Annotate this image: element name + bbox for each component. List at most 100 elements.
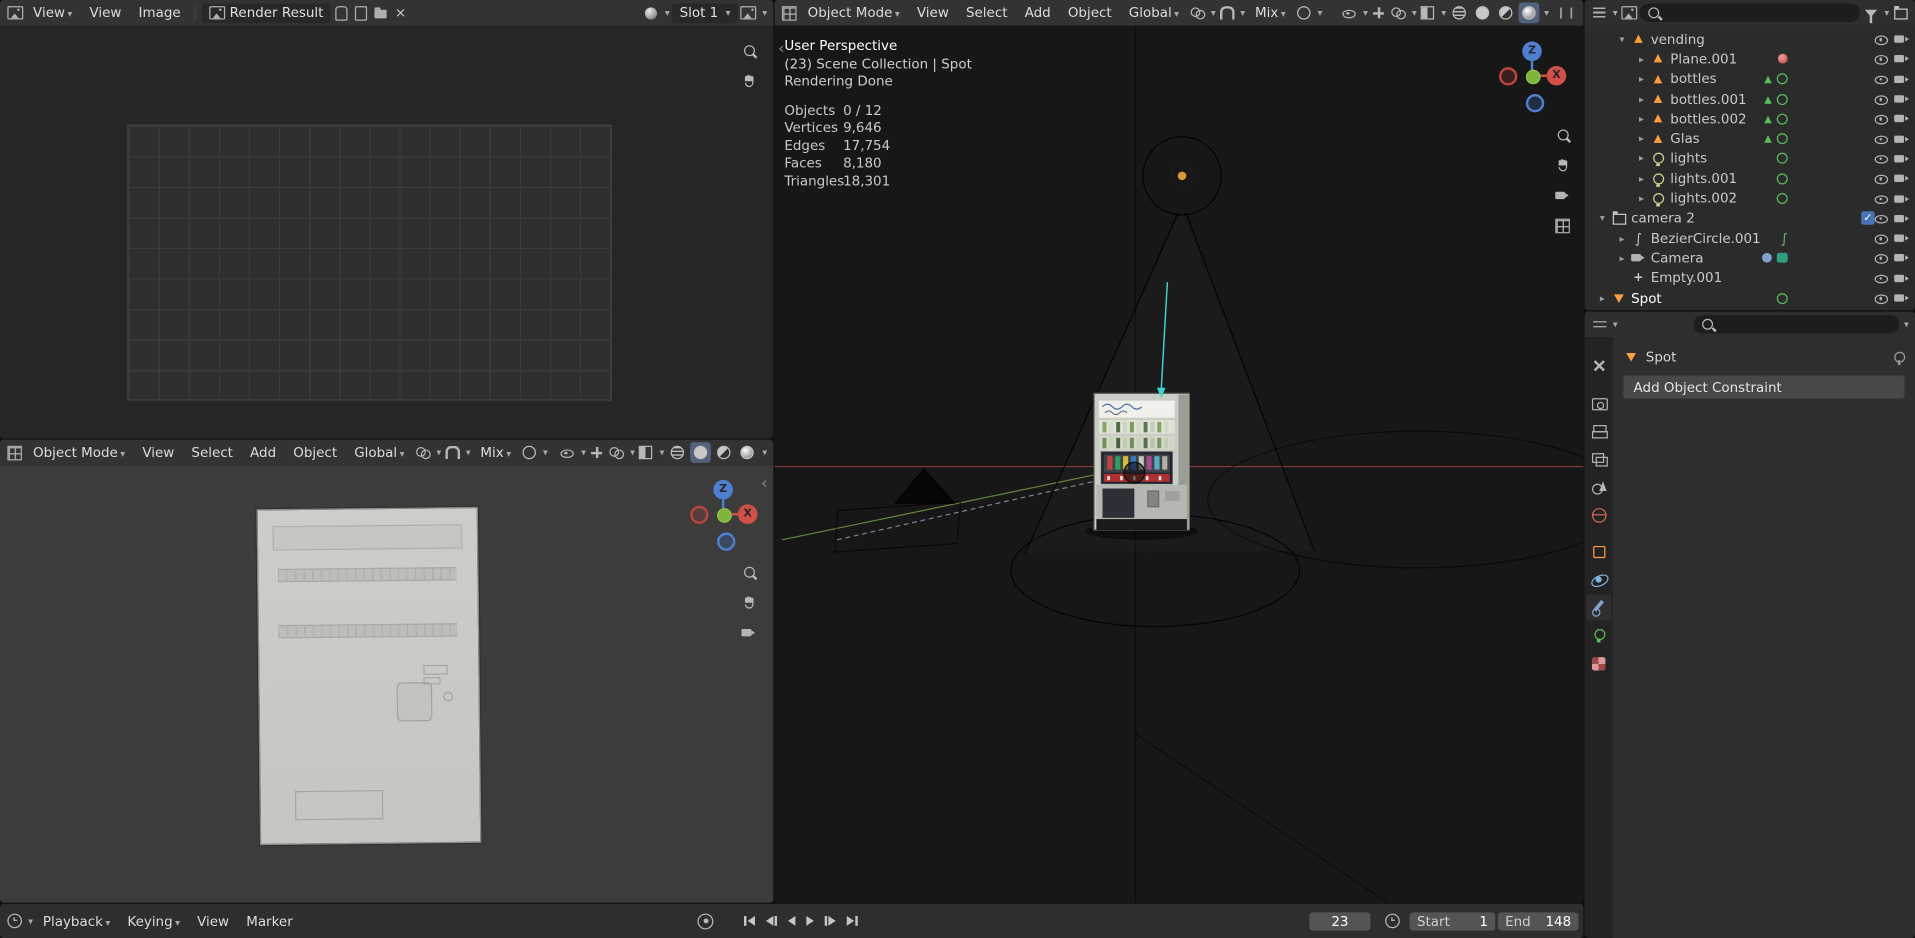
- jump-to-start-button[interactable]: [739, 911, 759, 931]
- start-frame-field[interactable]: Start 1: [1409, 911, 1496, 931]
- proportional-edit-icon[interactable]: [1295, 4, 1312, 21]
- current-frame-field[interactable]: 23: [1309, 911, 1371, 931]
- browse-image-icon[interactable]: [208, 6, 225, 20]
- outliner-row[interactable]: ▸ lights: [1585, 149, 1915, 169]
- disclosure-icon[interactable]: ▸: [1634, 173, 1650, 184]
- sidebar-toggle-icon[interactable]: ‹: [778, 40, 784, 58]
- new-collection-icon[interactable]: [1892, 4, 1909, 21]
- eye-icon[interactable]: [1874, 132, 1890, 145]
- unlink-image-icon[interactable]: ×: [392, 4, 409, 21]
- render-visibility-icon[interactable]: [1894, 192, 1910, 205]
- image-mode-dropdown[interactable]: View ▾: [26, 5, 80, 21]
- zoom-icon[interactable]: [1554, 126, 1571, 143]
- properties-search-input[interactable]: [1693, 315, 1900, 334]
- eye-icon[interactable]: [1874, 112, 1890, 125]
- viewport-main-canvas[interactable]: User Perspective (23) Scene Collection |…: [774, 25, 1584, 903]
- vending-panel-mesh[interactable]: [256, 506, 482, 846]
- menu-add[interactable]: Add: [1017, 5, 1058, 21]
- eye-icon[interactable]: [1874, 251, 1890, 264]
- render-visibility-icon[interactable]: [1894, 212, 1910, 225]
- render-visibility-icon[interactable]: [1894, 291, 1910, 304]
- pin-icon[interactable]: [1894, 351, 1906, 365]
- auto-keyframe-icon[interactable]: [697, 912, 714, 929]
- axis-z-negative[interactable]: [1525, 94, 1545, 113]
- tab-object-data[interactable]: [1586, 623, 1612, 649]
- menu-image[interactable]: Image: [131, 5, 188, 21]
- menu-object[interactable]: Object: [1060, 5, 1119, 21]
- disclosure-icon[interactable]: ▸: [1634, 153, 1650, 164]
- menu-playback[interactable]: Playback ▾: [36, 913, 118, 929]
- render-visibility-icon[interactable]: [1894, 152, 1910, 165]
- play-reverse-button[interactable]: [783, 911, 799, 931]
- disclosure-icon[interactable]: ▾: [1614, 34, 1630, 45]
- new-image-icon[interactable]: [353, 4, 370, 21]
- tab-tool[interactable]: [1586, 353, 1612, 379]
- render-slot-dropdown[interactable]: Slot 1 ▾: [672, 3, 738, 23]
- next-keyframe-button[interactable]: [820, 911, 840, 931]
- gizmos-toggle-icon[interactable]: [1370, 4, 1387, 21]
- eye-icon[interactable]: [1874, 33, 1890, 46]
- menu-keying[interactable]: Keying ▾: [120, 913, 187, 929]
- menu-marker[interactable]: Marker: [239, 913, 300, 929]
- outliner-row[interactable]: ▸ ▲ Glas ▲: [1585, 129, 1915, 149]
- shading-rendered-icon[interactable]: [737, 442, 758, 463]
- eye-icon[interactable]: [1874, 52, 1890, 65]
- outliner-row[interactable]: ▸ Camera: [1585, 248, 1915, 268]
- axis-x-negative[interactable]: [690, 505, 709, 524]
- visibility-eye-icon[interactable]: [559, 444, 576, 461]
- render-visibility-icon[interactable]: [1894, 232, 1910, 245]
- axis-y-ball[interactable]: [717, 508, 732, 523]
- viewport-editor-type-icon[interactable]: [781, 4, 798, 21]
- tab-scene[interactable]: [1586, 474, 1612, 500]
- eye-icon[interactable]: [1874, 72, 1890, 85]
- outliner-row[interactable]: ▸ lights.001: [1585, 169, 1915, 189]
- jump-to-end-button[interactable]: [842, 911, 862, 931]
- eye-icon[interactable]: [1874, 212, 1890, 225]
- image-settings-icon[interactable]: [740, 4, 757, 21]
- disclosure-icon[interactable]: ▸: [1634, 133, 1650, 144]
- mode-dropdown[interactable]: Object Mode ▾: [800, 5, 907, 21]
- collection-checkbox[interactable]: ✓: [1861, 211, 1875, 226]
- tab-world[interactable]: [1586, 502, 1612, 528]
- render-visibility-icon[interactable]: [1894, 33, 1910, 46]
- disclosure-icon[interactable]: ▸: [1634, 54, 1650, 65]
- fake-user-icon[interactable]: [333, 4, 350, 21]
- outliner-editor-type-icon[interactable]: [1591, 4, 1608, 21]
- render-visibility-icon[interactable]: [1894, 132, 1910, 145]
- render-visibility-icon[interactable]: [1894, 271, 1910, 284]
- end-frame-field[interactable]: End 148: [1497, 911, 1579, 931]
- navigation-gizmo[interactable]: Z X: [689, 479, 758, 551]
- eye-icon[interactable]: [1874, 152, 1890, 165]
- snap-magnet-icon[interactable]: [444, 444, 461, 461]
- blend-dropdown[interactable]: Mix ▾: [473, 445, 518, 461]
- viewport-editor-type-icon[interactable]: [6, 444, 23, 461]
- eye-icon[interactable]: [1874, 92, 1890, 105]
- disclosure-icon[interactable]: ▸: [1634, 193, 1650, 204]
- menu-view[interactable]: View: [910, 5, 957, 21]
- pivot-point-icon[interactable]: [1189, 4, 1206, 21]
- render-visibility-icon[interactable]: [1894, 72, 1910, 85]
- outliner-row[interactable]: ▾ camera 2 ✓: [1585, 208, 1915, 228]
- zoom-icon[interactable]: [740, 42, 757, 59]
- visibility-eye-icon[interactable]: [1341, 4, 1358, 21]
- menu-select[interactable]: Select: [184, 445, 240, 461]
- outliner-row[interactable]: ▸ ▲ bottles.001 ▲: [1585, 89, 1915, 109]
- axis-y-ball[interactable]: [1525, 69, 1541, 85]
- gizmos-toggle-icon[interactable]: [589, 444, 606, 461]
- filter-icon[interactable]: [1862, 4, 1879, 23]
- camera-view-icon[interactable]: [1554, 187, 1571, 204]
- disclosure-icon[interactable]: ▸: [1634, 113, 1650, 124]
- shading-wireframe-icon[interactable]: [667, 442, 688, 463]
- axis-z-ball[interactable]: Z: [1522, 41, 1542, 62]
- tab-constraints[interactable]: [1585, 594, 1612, 621]
- outliner-row[interactable]: + Empty.001: [1585, 268, 1915, 288]
- pan-hand-icon[interactable]: [740, 72, 757, 89]
- eye-icon[interactable]: [1874, 271, 1890, 284]
- render-visibility-icon[interactable]: [1894, 52, 1910, 65]
- axis-x-ball[interactable]: X: [737, 504, 758, 524]
- menu-view[interactable]: View: [82, 5, 129, 21]
- viewport-small-canvas[interactable]: Z X ‹: [0, 465, 774, 903]
- pan-hand-icon[interactable]: [1554, 156, 1571, 173]
- menu-object[interactable]: Object: [286, 445, 345, 461]
- display-mode-icon[interactable]: [1620, 4, 1637, 21]
